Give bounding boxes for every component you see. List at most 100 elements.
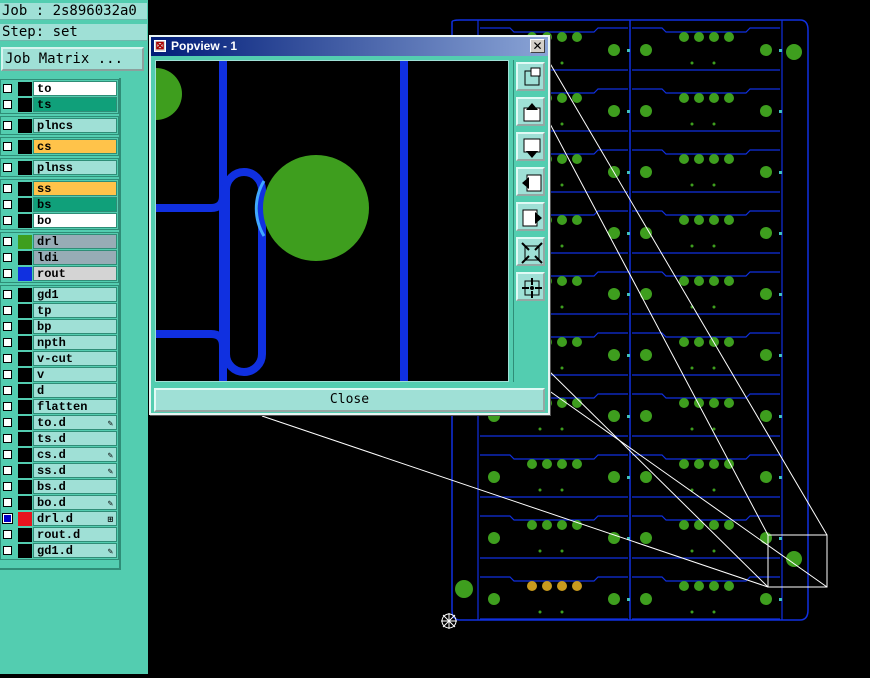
layer-name[interactable]: npth bbox=[33, 335, 117, 350]
layer-row[interactable]: to.d ✎ bbox=[0, 415, 119, 431]
layer-row[interactable]: plnss bbox=[0, 160, 119, 176]
layer-checkbox[interactable] bbox=[3, 253, 12, 262]
layer-name[interactable]: cs.d ✎ bbox=[33, 447, 117, 462]
layer-color-swatch[interactable] bbox=[18, 214, 32, 228]
layer-checkbox[interactable] bbox=[3, 450, 12, 459]
layer-checkbox[interactable] bbox=[3, 386, 12, 395]
zoom-window-button[interactable] bbox=[516, 62, 545, 91]
layer-name[interactable]: ss.d ✎ bbox=[33, 463, 117, 478]
layer-color-swatch[interactable] bbox=[18, 416, 32, 430]
layer-name[interactable]: ts.d bbox=[33, 431, 117, 446]
pan-down-button[interactable] bbox=[516, 132, 545, 161]
layer-name[interactable]: tp bbox=[33, 303, 117, 318]
layer-row[interactable]: tp bbox=[0, 303, 119, 319]
layer-name[interactable]: to.d ✎ bbox=[33, 415, 117, 430]
layer-row[interactable]: v bbox=[0, 367, 119, 383]
layer-row[interactable]: ss.d ✎ bbox=[0, 463, 119, 479]
layer-name[interactable]: bo.d ✎ bbox=[33, 495, 117, 510]
layer-name[interactable]: to bbox=[33, 81, 117, 96]
layer-color-swatch[interactable] bbox=[18, 251, 32, 265]
layer-row[interactable]: ss bbox=[0, 181, 119, 197]
layer-name[interactable]: v bbox=[33, 367, 117, 382]
layer-row[interactable]: cs bbox=[0, 139, 119, 155]
layer-color-swatch[interactable] bbox=[18, 119, 32, 133]
layer-color-swatch[interactable] bbox=[18, 304, 32, 318]
layer-color-swatch[interactable] bbox=[18, 432, 32, 446]
layer-row[interactable]: bo bbox=[0, 213, 119, 229]
layer-row[interactable]: rout.d bbox=[0, 527, 119, 543]
layer-color-swatch[interactable] bbox=[18, 480, 32, 494]
layer-color-swatch[interactable] bbox=[18, 98, 32, 112]
layer-color-swatch[interactable] bbox=[18, 336, 32, 350]
layer-color-swatch[interactable] bbox=[18, 512, 32, 526]
layer-name[interactable]: ldi bbox=[33, 250, 117, 265]
layer-row[interactable]: ts bbox=[0, 97, 119, 113]
layer-checkbox[interactable] bbox=[3, 121, 12, 130]
layer-name[interactable]: rout bbox=[33, 266, 117, 281]
layer-name[interactable]: v-cut bbox=[33, 351, 117, 366]
layer-checkbox[interactable] bbox=[3, 237, 12, 246]
layer-checkbox[interactable] bbox=[3, 402, 12, 411]
layer-name[interactable]: drl.d ⊞ bbox=[33, 511, 117, 526]
layer-checkbox[interactable] bbox=[3, 269, 12, 278]
layer-checkbox[interactable] bbox=[3, 466, 12, 475]
layer-checkbox[interactable] bbox=[3, 482, 12, 491]
layer-checkbox[interactable] bbox=[3, 290, 12, 299]
layer-checkbox[interactable] bbox=[3, 338, 12, 347]
layer-checkbox[interactable] bbox=[3, 100, 12, 109]
layer-name[interactable]: bs.d bbox=[33, 479, 117, 494]
layer-row[interactable]: flatten bbox=[0, 399, 119, 415]
layer-color-swatch[interactable] bbox=[18, 198, 32, 212]
layer-name[interactable]: bp bbox=[33, 319, 117, 334]
layer-name[interactable]: flatten bbox=[33, 399, 117, 414]
layer-row[interactable]: ldi bbox=[0, 250, 119, 266]
layer-name[interactable]: d bbox=[33, 383, 117, 398]
window-menu-icon[interactable]: ⊠ bbox=[154, 40, 166, 52]
layer-color-swatch[interactable] bbox=[18, 448, 32, 462]
layer-color-swatch[interactable] bbox=[18, 182, 32, 196]
layer-row[interactable]: gd1.d ✎ bbox=[0, 543, 119, 559]
job-matrix-button[interactable]: Job Matrix ... bbox=[1, 47, 144, 71]
zoom-in-button[interactable] bbox=[516, 272, 545, 301]
pan-up-button[interactable] bbox=[516, 97, 545, 126]
layer-row[interactable]: cs.d ✎ bbox=[0, 447, 119, 463]
layer-row[interactable]: v-cut bbox=[0, 351, 119, 367]
layer-row[interactable]: rout bbox=[0, 266, 119, 282]
layer-checkbox[interactable] bbox=[3, 84, 12, 93]
layer-name[interactable]: cs bbox=[33, 139, 117, 154]
layer-row[interactable]: gd1 bbox=[0, 287, 119, 303]
layer-name[interactable]: drl bbox=[33, 234, 117, 249]
layer-checkbox[interactable] bbox=[2, 513, 13, 524]
layer-color-swatch[interactable] bbox=[18, 267, 32, 281]
layer-checkbox[interactable] bbox=[3, 306, 12, 315]
layer-checkbox[interactable] bbox=[3, 530, 12, 539]
layer-color-swatch[interactable] bbox=[18, 82, 32, 96]
popview-titlebar[interactable]: ⊠ Popview - 1 ✕ bbox=[151, 37, 548, 56]
layer-color-swatch[interactable] bbox=[18, 528, 32, 542]
layer-color-swatch[interactable] bbox=[18, 352, 32, 366]
layer-row[interactable]: npth bbox=[0, 335, 119, 351]
layer-row[interactable]: bo.d ✎ bbox=[0, 495, 119, 511]
layer-name[interactable]: plncs bbox=[33, 118, 117, 133]
layer-color-swatch[interactable] bbox=[18, 464, 32, 478]
layer-color-swatch[interactable] bbox=[18, 288, 32, 302]
layer-checkbox[interactable] bbox=[3, 546, 12, 555]
layer-color-swatch[interactable] bbox=[18, 544, 32, 558]
layer-color-swatch[interactable] bbox=[18, 320, 32, 334]
layer-checkbox[interactable] bbox=[3, 498, 12, 507]
close-icon[interactable]: ✕ bbox=[530, 39, 545, 53]
pan-left-button[interactable] bbox=[516, 167, 545, 196]
zoom-out-button[interactable] bbox=[516, 237, 545, 266]
layer-name[interactable]: rout.d bbox=[33, 527, 117, 542]
layer-checkbox[interactable] bbox=[3, 322, 12, 331]
layer-checkbox[interactable] bbox=[3, 216, 12, 225]
layer-checkbox[interactable] bbox=[3, 434, 12, 443]
layer-color-swatch[interactable] bbox=[18, 140, 32, 154]
layer-name[interactable]: ss bbox=[33, 181, 117, 196]
layer-name[interactable]: gd1 bbox=[33, 287, 117, 302]
layer-name[interactable]: plnss bbox=[33, 160, 117, 175]
close-button[interactable]: Close bbox=[154, 388, 545, 412]
layer-color-swatch[interactable] bbox=[18, 368, 32, 382]
layer-row[interactable]: plncs bbox=[0, 118, 119, 134]
layer-name[interactable]: gd1.d ✎ bbox=[33, 543, 117, 558]
